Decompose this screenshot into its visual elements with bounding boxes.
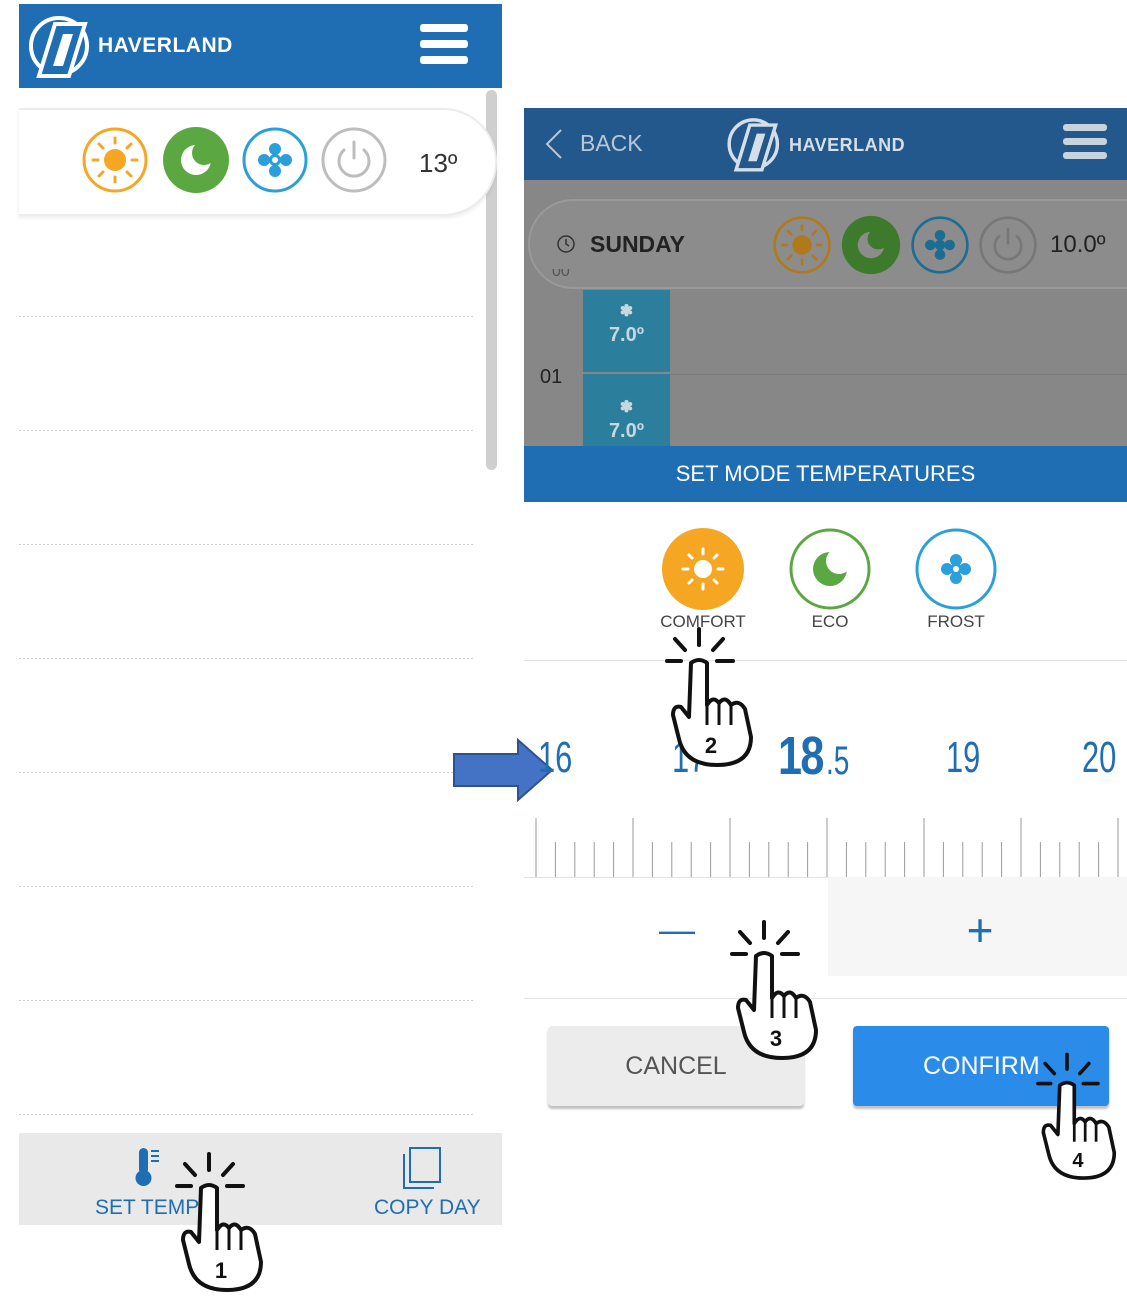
step-number: 3 [770,1026,782,1051]
tap-gesture-icon: 3 [730,920,818,1060]
day-name: SUNDAY [590,231,686,257]
step-number: 1 [215,1258,227,1283]
decrease-button[interactable]: — [640,900,714,960]
schedule-slot[interactable]: ✽ 7.0º [583,290,670,372]
hour-label: 01 [540,366,563,388]
step-number: 2 [705,733,717,758]
eco-moon-icon[interactable] [841,215,901,275]
copy-icon [403,1147,441,1189]
schedule-row-divider [19,1114,474,1115]
current-temperature: 13º [419,148,458,178]
ruler-number: 20 [1082,733,1117,782]
dialog-title: SET MODE TEMPERATURES [524,446,1127,502]
mode-option-comfort[interactable]: COMFORT [648,526,758,636]
schedule-row-divider [19,430,474,431]
tap-gesture-icon: 4 [1036,1052,1117,1180]
frost-snowflake-icon: ✽ [619,399,634,416]
hour-label-partial: 00 [552,269,570,280]
comfort-sun-icon [662,528,744,610]
schedule-row-divider [19,886,474,887]
mode-option-eco[interactable]: ECO [775,526,885,636]
brand-name: HAVERLAND [98,34,233,57]
ruler-current-value: 18.5 [778,725,859,787]
schedule-row-divider [19,658,474,659]
frost-snowflake-icon: ✽ [619,303,634,320]
schedule-slot[interactable]: ✽ 7.0º [583,374,670,446]
thermometer-icon [135,1148,159,1186]
tap-gesture-icon: 2 [665,627,753,767]
frost-snowflake-icon[interactable] [910,215,970,275]
off-power-icon[interactable] [320,126,388,194]
back-label: BACK [580,130,643,156]
schedule-row-divider [19,772,474,773]
eco-moon-icon[interactable] [162,126,230,194]
back-button[interactable]: BACK [542,124,662,164]
haverland-logo-icon [29,16,89,78]
left-app-header: HAVERLAND [19,4,502,88]
clock-icon [557,235,575,253]
mode-option-frost[interactable]: FROST [901,526,1011,636]
copy-day-label: COPY DAY [374,1196,481,1219]
comfort-sun-icon[interactable] [772,215,832,275]
schedule-row-divider [19,316,474,317]
ruler-current-minor: .5 [826,739,850,783]
brand-name: HAVERLAND [789,135,906,155]
temperature-ruler[interactable] [524,800,1127,878]
haverland-logo-icon [727,118,780,172]
tap-gesture-icon: 1 [175,1152,263,1292]
day-temperature: 10.0º [1050,231,1106,258]
divider [524,660,1127,661]
copy-day-button[interactable]: COPY DAY [369,1143,489,1221]
schedule-row-divider [19,544,474,545]
plus-icon: + [966,904,994,956]
eco-moon-icon [789,528,871,610]
slot-temperature: 7.0º [608,324,645,346]
day-mode-bar: 00 SUNDAY 10.0º [528,199,1127,289]
schedule-row-divider [19,1000,474,1001]
frost-snowflake-icon [915,528,997,610]
menu-icon[interactable] [420,24,468,66]
mode-label: FROST [927,612,985,631]
minus-icon: — [659,909,695,950]
mode-bar: 13º [19,108,497,216]
ruler-number: 16 [538,733,573,782]
right-app-header: BACK HAVERLAND [524,108,1127,180]
hour-grid-line [670,374,1127,375]
comfort-sun-icon[interactable] [81,126,149,194]
menu-icon[interactable] [1063,124,1107,162]
off-power-icon[interactable] [978,215,1038,275]
frost-snowflake-icon[interactable] [241,126,309,194]
mode-label: ECO [811,612,849,631]
chevron-left-icon [545,129,562,159]
step-number: 4 [1072,1150,1084,1172]
slot-temperature: 7.0º [608,420,645,442]
ruler-current-major: 18 [778,726,824,786]
increase-button[interactable]: + [950,900,1010,960]
ruler-number: 19 [946,733,981,782]
